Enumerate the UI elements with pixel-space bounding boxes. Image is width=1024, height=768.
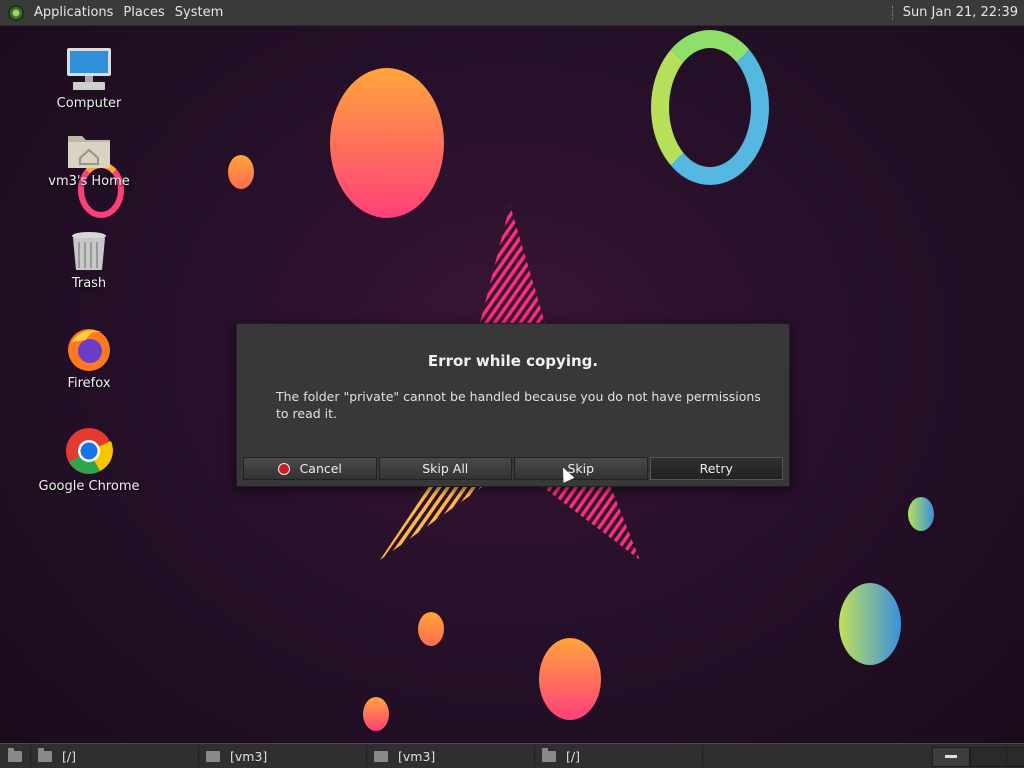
desktop-icon-computer[interactable]: Computer [34, 46, 144, 111]
workspace-2[interactable] [970, 747, 1008, 767]
desktop-icon-firefox[interactable]: Firefox [34, 326, 144, 391]
taskbar-item-label: [vm3] [398, 748, 436, 764]
panel-separator [891, 5, 895, 20]
dialog-title: Error while copying. [427, 352, 599, 370]
chrome-icon [65, 427, 113, 475]
dialog-button-row: Cancel Skip All Skip Retry [243, 457, 783, 480]
taskbar-item-label: [/] [566, 748, 580, 764]
home-icon [374, 750, 388, 762]
wallpaper-orb [418, 612, 444, 646]
taskbar-item[interactable]: [/] [38, 746, 199, 766]
skip-all-button-label: Skip All [422, 461, 469, 476]
wallpaper-orb [539, 638, 601, 720]
clock[interactable]: Sun Jan 21, 22:39 [891, 0, 1024, 25]
distro-logo-icon[interactable] [8, 4, 24, 21]
desktop-icon-label: Google Chrome [38, 479, 140, 494]
retry-button-label: Retry [699, 461, 733, 476]
desktop-icon-home[interactable]: vm3's Home [34, 130, 144, 189]
folder-icon [38, 747, 52, 762]
retry-button[interactable]: Retry [649, 457, 783, 480]
desktop-icon-label: vm3's Home [48, 174, 130, 189]
workspace-3[interactable] [1006, 747, 1024, 767]
desktop-icon-trash[interactable]: Trash [34, 230, 144, 291]
show-desktop-icon [8, 747, 22, 762]
stop-icon [277, 462, 290, 475]
skip-all-button[interactable]: Skip All [378, 457, 512, 480]
workspace-window-indicator [945, 755, 957, 758]
wallpaper-orb [330, 68, 444, 218]
taskbar-item[interactable]: [/] [542, 746, 703, 766]
home-icon [206, 750, 220, 762]
computer-icon [65, 46, 113, 92]
menu-applications[interactable]: Applications [32, 5, 121, 20]
wallpaper-ring [651, 30, 769, 185]
home-folder-icon [66, 130, 112, 170]
trash-icon [69, 230, 109, 272]
clock-label: Sun Jan 21, 22:39 [902, 5, 1018, 20]
error-dialog: Error while copying. The folder "private… [236, 323, 790, 487]
taskbar-item[interactable]: [vm3] [206, 746, 367, 766]
wallpaper-orb [908, 497, 934, 531]
taskbar-item-label: [vm3] [230, 748, 268, 764]
folder-icon [542, 747, 556, 762]
bottom-panel: [/] [vm3] [vm3] [/] [0, 743, 1024, 768]
desktop-icon-label: Firefox [67, 376, 111, 391]
show-desktop-button[interactable] [0, 746, 31, 766]
cancel-button-label: Cancel [299, 461, 342, 476]
desktop-icon-label: Trash [71, 276, 107, 291]
taskbar-item[interactable]: [vm3] [374, 746, 535, 766]
top-panel: Applications Places System Sun Jan 21, 2… [0, 0, 1024, 26]
skip-button[interactable]: Skip [514, 457, 648, 480]
dialog-message: The folder "private" cannot be handled b… [276, 389, 761, 421]
cancel-button[interactable]: Cancel [243, 457, 377, 480]
wallpaper-orb [839, 583, 901, 665]
desktop-icon-chrome[interactable]: Google Chrome [34, 427, 144, 494]
desktop-icon-label: Computer [56, 96, 122, 111]
firefox-icon [66, 326, 112, 372]
wallpaper-orb [228, 155, 254, 189]
workspace-1[interactable] [932, 747, 970, 767]
menu-system[interactable]: System [173, 5, 231, 20]
menu-places[interactable]: Places [121, 5, 172, 20]
wallpaper-orb [363, 697, 389, 731]
taskbar-item-label: [/] [62, 748, 76, 764]
